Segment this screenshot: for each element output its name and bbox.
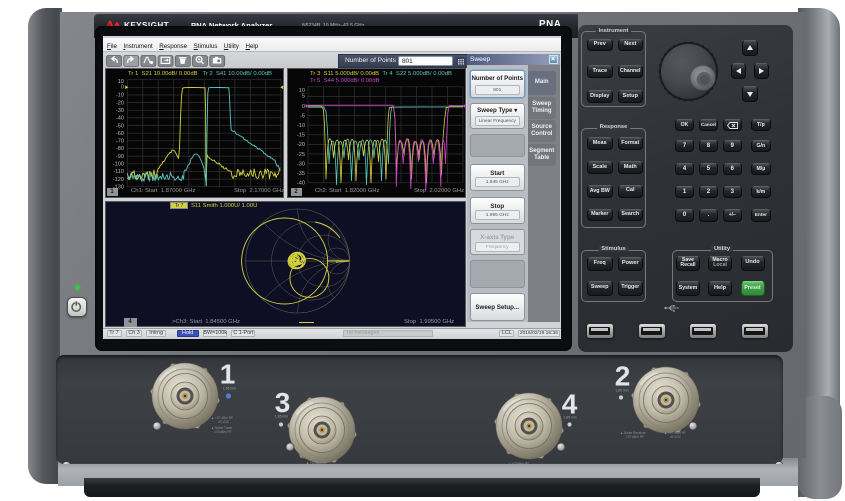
svg-text:-20: -20 [116, 100, 124, 106]
svg-text:-15: -15 [297, 133, 305, 139]
svg-text:5: 5 [302, 94, 305, 100]
svg-text:-10: -10 [116, 93, 124, 99]
svg-text:-120: -120 [113, 177, 124, 183]
svg-text:0: 0 [121, 84, 124, 90]
svg-text:1.85 mm: 1.85 mm [223, 387, 236, 391]
svg-text:-30: -30 [297, 161, 305, 167]
svg-text:-40: -40 [116, 116, 124, 122]
svg-text:40 VDC: 40 VDC [218, 420, 230, 424]
svg-text:1.85 mm: 1.85 mm [563, 416, 576, 420]
svg-text:3: 3 [275, 387, 291, 418]
svg-text:-110: -110 [113, 169, 124, 175]
svg-text:-60: -60 [116, 131, 124, 137]
svg-text:-100: -100 [113, 162, 124, 168]
svg-text:▲ +27dBm RF: ▲ +27dBm RF [306, 461, 327, 464]
svg-text:-35: -35 [297, 171, 305, 177]
svg-text:-50: -50 [116, 123, 124, 129]
svg-text:1.85 mm: 1.85 mm [615, 389, 628, 393]
svg-text:-5: -5 [300, 113, 305, 119]
svg-text:-20: -20 [297, 142, 305, 148]
svg-text:+27 dBm RF: +27 dBm RF [626, 435, 644, 439]
svg-text:40 VDC: 40 VDC [670, 435, 682, 439]
svg-text:-10: -10 [297, 123, 305, 129]
svg-text:-40: -40 [297, 181, 305, 187]
svg-text:-25: -25 [297, 152, 305, 158]
svg-text:1: 1 [220, 359, 236, 390]
svg-text:-80: -80 [116, 146, 124, 152]
svg-text:-130: -130 [113, 184, 124, 190]
svg-text:▲ +27dBm RF: ▲ +27dBm RF [508, 462, 529, 464]
svg-text:-70: -70 [116, 139, 124, 145]
svg-text:-90: -90 [116, 154, 124, 160]
svg-text:2: 2 [615, 361, 631, 392]
svg-text:0: 0 [302, 104, 305, 110]
svg-text:-30: -30 [116, 108, 124, 114]
svg-text:1.85 mm: 1.85 mm [275, 415, 288, 419]
svg-text:x 50dBm RF: x 50dBm RF [214, 430, 232, 434]
